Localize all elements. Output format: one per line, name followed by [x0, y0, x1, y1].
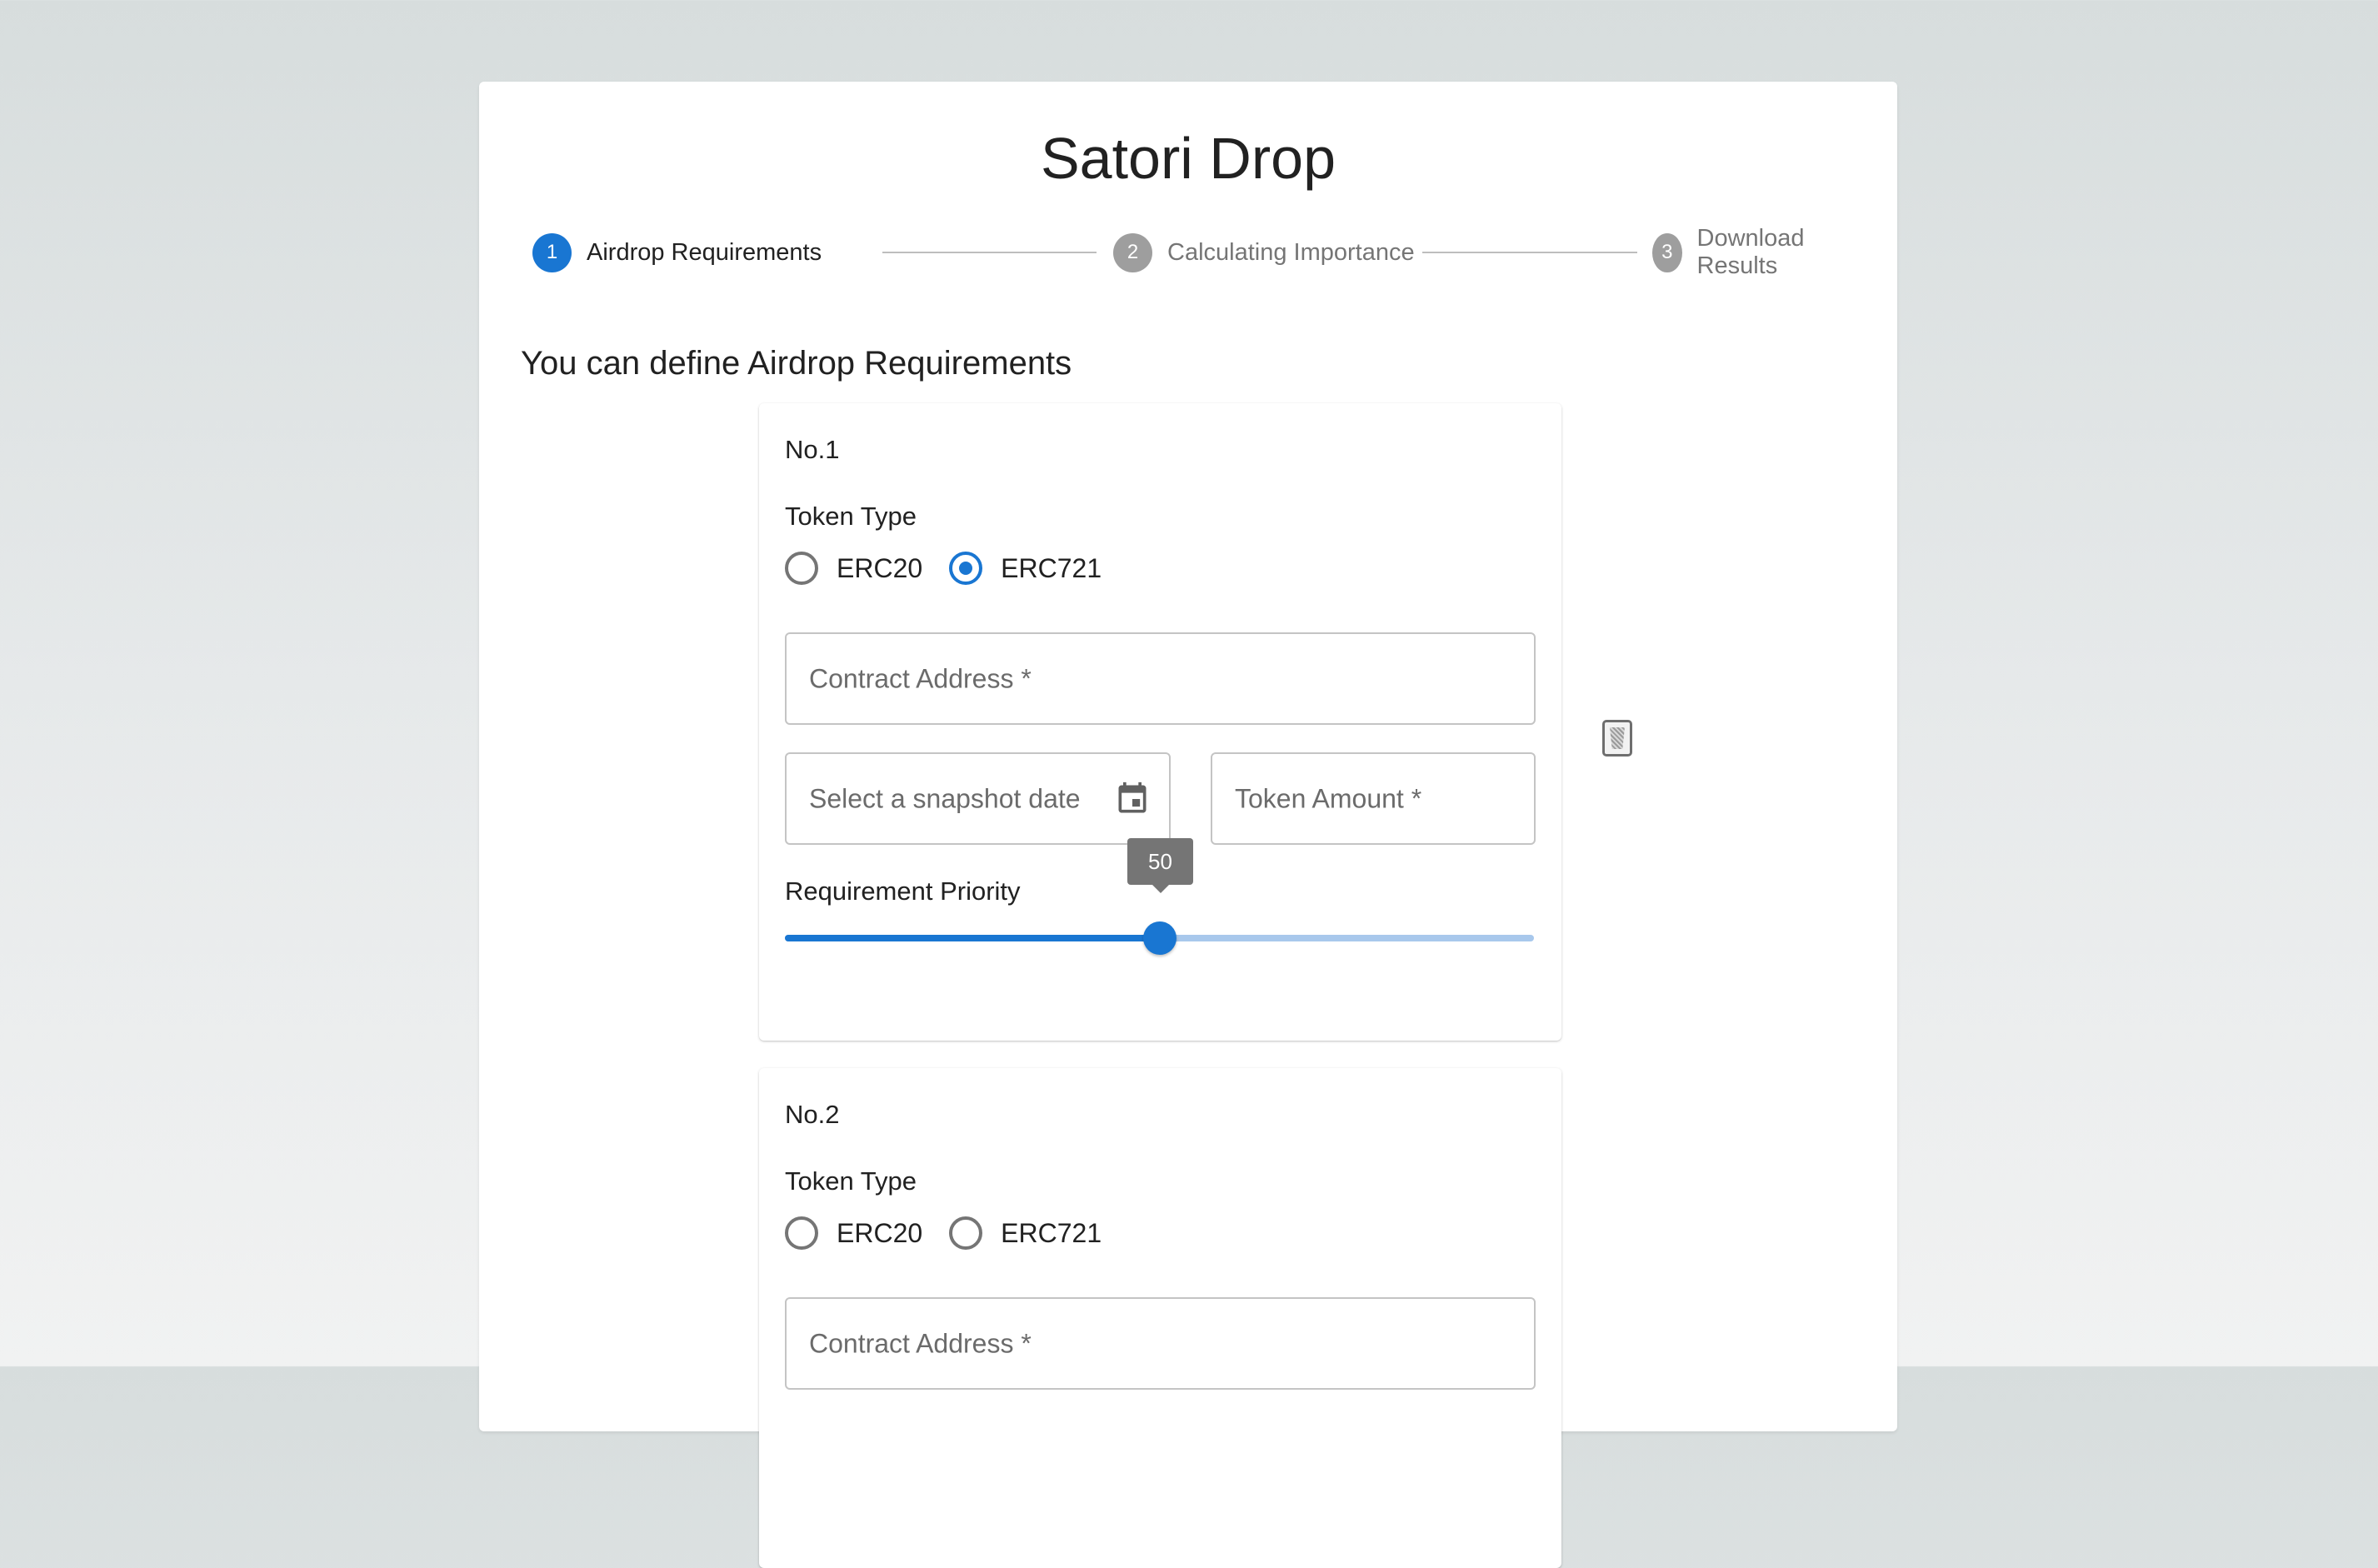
app-title: Satori Drop — [1040, 126, 1336, 191]
token-type-label: Token Type — [785, 1166, 917, 1196]
radio-erc721[interactable]: ERC721 — [949, 552, 1102, 585]
contract-address-input[interactable]: Contract Address * — [785, 632, 1536, 725]
token-amount-placeholder: Token Amount * — [1235, 783, 1422, 813]
step-label: Calculating Importance — [1167, 238, 1415, 266]
stepper: 1 Airdrop Requirements 2 Calculating Imp… — [532, 225, 1844, 279]
radio-label: ERC721 — [1001, 1217, 1102, 1248]
requirement-priority-label: Requirement Priority — [785, 876, 1021, 906]
radio-label: ERC20 — [837, 1217, 923, 1248]
contract-address-input[interactable]: Contract Address * — [785, 1297, 1536, 1390]
contract-address-placeholder: Contract Address * — [809, 1328, 1032, 1358]
requirement-priority-slider[interactable]: 50 — [785, 838, 1534, 955]
token-type-radio-group: ERC20 ERC721 — [785, 552, 1128, 585]
radio-label: ERC20 — [837, 552, 923, 583]
requirement-card: No.1 Token Type ERC20 ERC721 Contract Ad… — [759, 403, 1561, 1041]
slider-value-tooltip: 50 — [1127, 838, 1193, 893]
slider-thumb[interactable] — [1143, 921, 1177, 955]
radio-button[interactable] — [785, 552, 818, 585]
calendar-icon[interactable] — [1114, 781, 1151, 817]
snapshot-date-placeholder: Select a snapshot date — [809, 783, 1081, 813]
step-label: Download Results — [1696, 225, 1805, 279]
requirement-card: No.2 Token Type ERC20 ERC721 Contract Ad… — [759, 1068, 1561, 1568]
trash-icon — [1610, 727, 1625, 749]
section-heading: You can define Airdrop Requirements — [521, 345, 1072, 382]
snapshot-date-input[interactable]: Select a snapshot date — [785, 752, 1171, 845]
step-number-icon: 1 — [532, 232, 572, 272]
radio-erc20[interactable]: ERC20 — [785, 1216, 922, 1250]
slider-track — [785, 935, 1160, 941]
main-panel: Satori Drop 1 Airdrop Requirements 2 Cal… — [479, 82, 1897, 1568]
token-type-radio-group: ERC20 ERC721 — [785, 1216, 1128, 1250]
radio-label: ERC721 — [1001, 552, 1102, 583]
step-connector — [1422, 252, 1637, 253]
step-connector — [882, 252, 1097, 253]
step-calculating-importance[interactable]: 2 Calculating Importance — [1113, 232, 1415, 273]
delete-requirement-button[interactable] — [1602, 720, 1632, 757]
radio-erc20[interactable]: ERC20 — [785, 552, 922, 585]
token-type-label: Token Type — [785, 502, 917, 531]
radio-button[interactable] — [949, 1216, 983, 1250]
contract-address-placeholder: Contract Address * — [809, 663, 1032, 693]
token-amount-input[interactable]: Token Amount * — [1211, 752, 1536, 845]
radio-button[interactable] — [785, 1216, 818, 1250]
requirement-number: No.1 — [785, 435, 840, 464]
step-number-icon: 2 — [1113, 232, 1152, 272]
radio-erc721[interactable]: ERC721 — [949, 1216, 1102, 1250]
requirement-number: No.2 — [785, 1100, 840, 1129]
step-download-results[interactable]: 3 Download Results — [1652, 225, 1844, 279]
radio-button[interactable] — [949, 552, 983, 585]
step-airdrop-requirements[interactable]: 1 Airdrop Requirements — [532, 232, 822, 273]
step-label: Airdrop Requirements — [587, 238, 822, 266]
step-number-icon: 3 — [1652, 232, 1682, 272]
